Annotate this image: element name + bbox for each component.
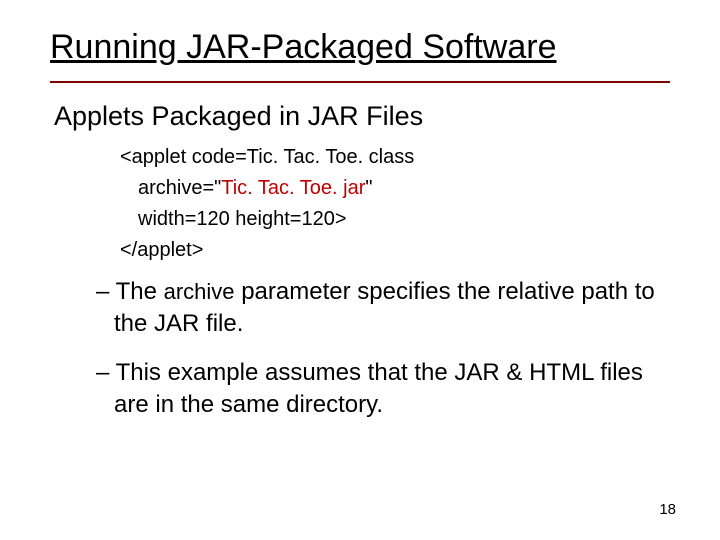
code-block: <applet code=Tic. Tac. Toe. class archiv… bbox=[120, 142, 670, 266]
code-line-2-prefix: archive=" bbox=[138, 177, 221, 199]
code-line-2: archive="Tic. Tac. Toe. jar" bbox=[120, 173, 670, 204]
code-line-3: width=120 height=120> bbox=[120, 204, 670, 235]
page-number: 18 bbox=[659, 501, 676, 518]
code-line-1: <applet code=Tic. Tac. Toe. class bbox=[120, 142, 670, 173]
slide: Running JAR-Packaged Software Applets Pa… bbox=[0, 0, 720, 540]
code-line-2-suffix: " bbox=[365, 177, 372, 199]
bullet-list: – The archive parameter specifies the re… bbox=[96, 276, 670, 422]
code-line-4: </applet> bbox=[120, 235, 670, 266]
code-line-2-highlight: Tic. Tac. Toe. jar bbox=[221, 177, 365, 199]
bullet-1-mono: archive bbox=[164, 279, 235, 304]
slide-title: Running JAR-Packaged Software bbox=[50, 28, 670, 71]
slide-subtitle: Applets Packaged in JAR Files bbox=[54, 101, 670, 132]
bullet-2: – This example assumes that the JAR & HT… bbox=[96, 357, 670, 422]
bullet-1-prefix: – The bbox=[96, 278, 164, 305]
title-rule bbox=[50, 81, 670, 83]
bullet-1: – The archive parameter specifies the re… bbox=[96, 276, 670, 341]
